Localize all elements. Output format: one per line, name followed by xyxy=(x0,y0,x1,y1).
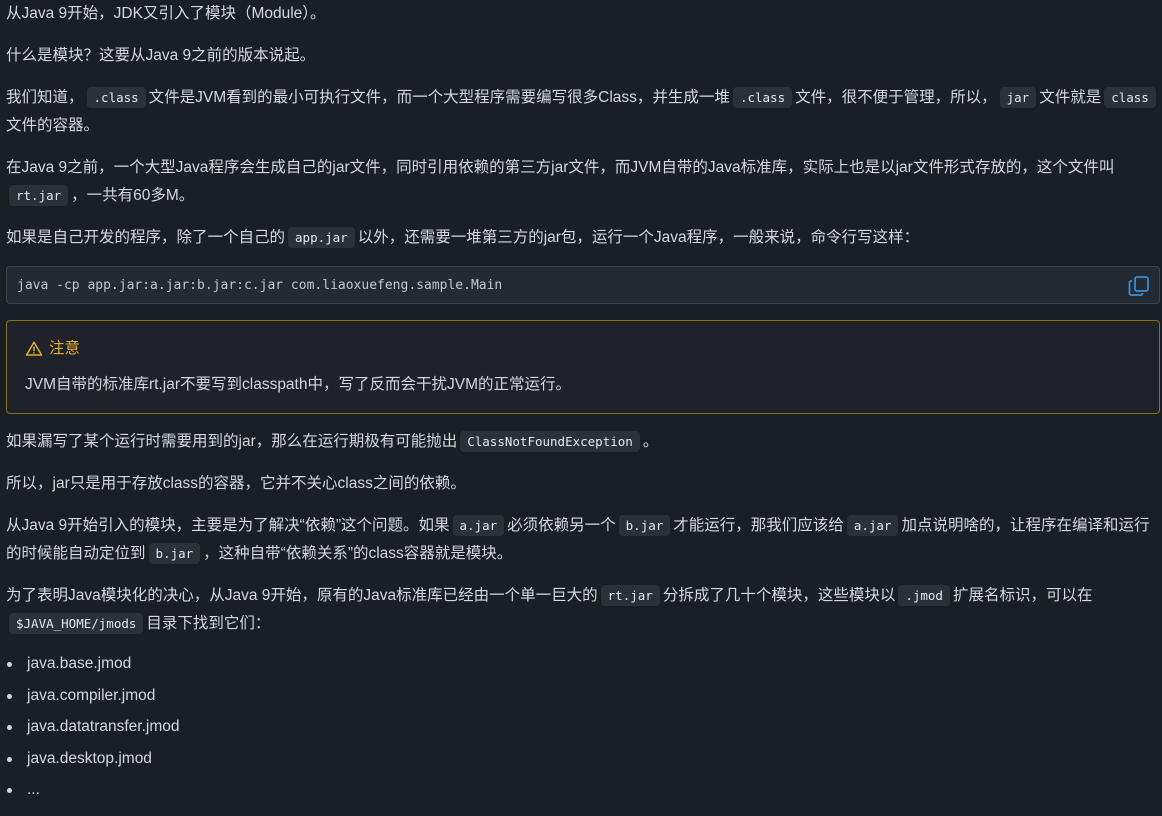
module-name: java.base.jmod xyxy=(27,655,132,672)
copy-icon[interactable] xyxy=(1127,274,1151,298)
module-name: java.desktop.jmod xyxy=(27,749,152,767)
bullet-icon xyxy=(7,788,12,793)
paragraph-intro: 从Java 9开始，JDK又引入了模块（Module）。 xyxy=(6,0,1160,28)
inline-code-jmods-path: $JAVA_HOME/jmods xyxy=(9,613,144,634)
text-segment: 文件是JVM看到的最小可执行文件，而一个大型程序需要编写很多Class，并生成一… xyxy=(148,89,730,106)
paragraph-module-intro: 从Java 9开始引入的模块，主要是为了解决“依赖”这个问题。如果 a.jar 必须… xyxy=(6,512,1160,568)
list-item: java.datatransfer.jmod xyxy=(6,713,1160,745)
module-name: java.datatransfer.jmod xyxy=(27,718,180,735)
text-segment: 如果是自己开发的程序，除了一个自己的 xyxy=(6,229,286,246)
article-content: 从Java 9开始，JDK又引入了模块（Module）。 什么是模块？这要从Ja… xyxy=(6,0,1160,808)
text-segment: 所以，jar只是用于存放class的容器，它并不关心class之间的依赖。 xyxy=(6,475,466,492)
inline-code-rt-jar: rt.jar xyxy=(600,585,660,606)
inline-code-jmod: .jmod xyxy=(898,585,950,606)
paragraph-app-jar: 如果是自己开发的程序，除了一个自己的 app.jar 以外，还需要一堆第三方的jar… xyxy=(6,224,1160,252)
text-segment: 分拆成了几十个模块，这些模块以 xyxy=(662,587,896,604)
inline-code-rt-jar: rt.jar xyxy=(9,185,69,206)
text-segment: 扩展名标识，可以在 xyxy=(952,587,1093,604)
inline-code-app-jar: app.jar xyxy=(288,227,355,248)
question-text: 什么是模块？这要从Java 9之前的版本说起。 xyxy=(6,47,316,64)
paragraph-rt-jar: 在Java 9之前，一个大型Java程序会生成自己的jar文件，同时引用依赖的第… xyxy=(6,154,1160,210)
warning-title-text: 注意 xyxy=(49,340,81,357)
text-segment: 才能运行，那我们应该给 xyxy=(673,517,844,534)
warning-note: 注意 JVM自带的标准库rt.jar不要写到classpath中，写了反而会干扰… xyxy=(6,320,1160,414)
paragraph-missing-jar: 如果漏写了某个运行时需要用到的jar，那么在运行期极有可能抛出 ClassNotF… xyxy=(6,428,1160,456)
text-segment: 从Java 9开始引入的模块，主要是为了解决“依赖”这个问题。如果 xyxy=(6,517,450,534)
warning-note-body: JVM自带的标准库rt.jar不要写到classpath中，写了反而会干扰JVM… xyxy=(25,376,571,393)
paragraph-jmods: 为了表明Java模块化的决心，从Java 9开始，原有的Java标准库已经由一个… xyxy=(6,582,1160,638)
list-item: java.desktop.jmod xyxy=(6,745,1160,777)
inline-code-b-jar: b.jar xyxy=(148,543,201,564)
module-name: java.compiler.jmod xyxy=(27,686,156,704)
inline-code-class: class xyxy=(1104,87,1156,108)
text-segment: 文件就是 xyxy=(1039,89,1102,106)
text-segment: 目录下找到它们： xyxy=(146,615,271,632)
warning-note-title: 注意 xyxy=(25,335,1141,363)
text-segment: 以外，还需要一堆第三方的jar包，运行一个Java程序，一般来说，命令行写这样： xyxy=(357,229,920,246)
inline-code-class: .class xyxy=(732,87,793,108)
text-segment: ，一共有60多M。 xyxy=(71,187,195,204)
list-item: java.compiler.jmod xyxy=(6,682,1160,714)
inline-code-a-jar: a.jar xyxy=(846,515,899,536)
module-name: ... xyxy=(27,781,40,798)
text-segment: ，这种自带“依赖关系”的class容器就是模块。 xyxy=(203,545,513,562)
list-item: java.base.jmod xyxy=(6,650,1160,682)
text-segment: 文件，很不便于管理，所以， xyxy=(795,89,997,106)
paragraph-what-is-module: 什么是模块？这要从Java 9之前的版本说起。 xyxy=(6,42,1160,70)
text-segment: 在Java 9之前，一个大型Java程序会生成自己的jar文件，同时引用依赖的第… xyxy=(6,159,1115,176)
text-segment: 必须依赖另一个 xyxy=(507,517,616,534)
inline-code-class: .class xyxy=(86,87,146,108)
bullet-icon xyxy=(7,756,12,762)
intro-text: 从Java 9开始，JDK又引入了模块（Module）。 xyxy=(6,5,326,22)
inline-code-b-jar: b.jar xyxy=(618,515,671,536)
module-list: java.base.jmod java.compiler.jmod java.d… xyxy=(6,650,1160,808)
bullet-icon xyxy=(7,725,12,730)
code-command: java -cp app.jar:a.jar:b.jar:c.jar com.l… xyxy=(17,278,503,293)
inline-code-jar: jar xyxy=(999,87,1037,108)
code-block: java -cp app.jar:a.jar:b.jar:c.jar com.l… xyxy=(6,266,1160,304)
bullet-icon xyxy=(7,662,12,667)
text-segment: 如果漏写了某个运行时需要用到的jar，那么在运行期极有可能抛出 xyxy=(6,433,458,450)
paragraph-jar-container: 所以，jar只是用于存放class的容器，它并不关心class之间的依赖。 xyxy=(6,470,1160,498)
text-segment: 我们知道， xyxy=(6,89,84,106)
paragraph-class-files: 我们知道， .class 文件是JVM看到的最小可执行文件，而一个大型程序需要编写很… xyxy=(6,84,1160,140)
inline-code-a-jar: a.jar xyxy=(452,515,505,536)
warning-icon xyxy=(25,341,43,356)
list-item: ... xyxy=(6,776,1160,808)
text-segment: 。 xyxy=(642,433,659,450)
text-segment: 为了表明Java模块化的决心，从Java 9开始，原有的Java标准库已经由一个… xyxy=(6,587,598,604)
text-segment: 文件的容器。 xyxy=(6,117,100,134)
inline-code-exception: ClassNotFoundException xyxy=(460,431,640,452)
bullet-icon xyxy=(7,693,12,699)
